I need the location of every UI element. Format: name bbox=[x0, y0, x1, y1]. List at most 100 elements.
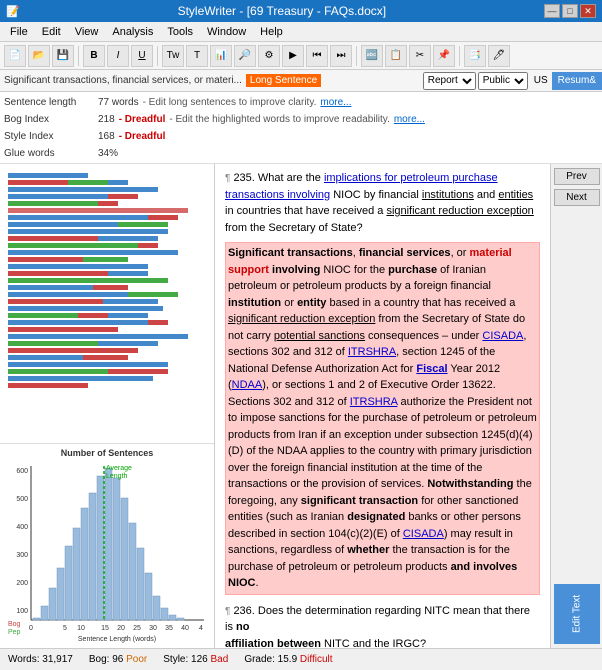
bog-dreadful: - Dreadful bbox=[119, 114, 166, 125]
sentence-length-value: 77 words bbox=[98, 97, 139, 108]
svg-text:Length: Length bbox=[106, 473, 128, 480]
svg-text:Average: Average bbox=[106, 465, 132, 472]
style-index-label: Style Index bbox=[4, 131, 94, 142]
menu-bar: File Edit View Analysis Tools Window Hel… bbox=[0, 22, 602, 42]
style-status: Bad bbox=[211, 654, 229, 665]
histogram-area: Number of Sentences 600 500 400 300 200 … bbox=[0, 443, 214, 648]
toolbar-btn-12[interactable]: 📋 bbox=[385, 45, 407, 67]
bog-index-row: Bog Index 218 - Dreadful - Edit the high… bbox=[4, 111, 598, 127]
new-button[interactable]: 📄 bbox=[4, 45, 26, 67]
side-nav: Prev Next Edit Text bbox=[550, 164, 602, 648]
toolbar-btn-6[interactable]: 🔎 bbox=[234, 45, 256, 67]
close-button[interactable]: ✕ bbox=[580, 4, 596, 18]
bog-index-label: Bog Index bbox=[4, 114, 94, 125]
info-rows-area: Sentence length 77 words - Edit long sen… bbox=[0, 92, 602, 164]
next-button[interactable]: Next bbox=[554, 189, 600, 206]
svg-text:40: 40 bbox=[181, 625, 189, 632]
svg-text:Pep: Pep bbox=[8, 629, 21, 636]
title-bar: 📝 StyleWriter - [69 Treasury - FAQs.docx… bbox=[0, 0, 602, 22]
svg-text:500: 500 bbox=[16, 496, 28, 503]
svg-text:400: 400 bbox=[16, 524, 28, 531]
style-dreadful: - Dreadful bbox=[119, 131, 166, 142]
toolbar-btn-10[interactable]: ⏭ bbox=[330, 45, 352, 67]
toolbar-btn-13[interactable]: ✂ bbox=[409, 45, 431, 67]
svg-text:300: 300 bbox=[16, 552, 28, 559]
sentence-length-more[interactable]: more... bbox=[320, 97, 351, 108]
style-index-row: Style Index 168 - Dreadful bbox=[4, 128, 598, 144]
svg-text:Bog: Bog bbox=[8, 621, 21, 628]
menu-analysis[interactable]: Analysis bbox=[106, 25, 159, 39]
sentence-status-area: Significant transactions, financial serv… bbox=[0, 70, 602, 92]
save-button[interactable]: 💾 bbox=[52, 45, 74, 67]
glue-words-label: Glue words bbox=[4, 148, 94, 159]
right-area: ¶ 235. What are the implications for pet… bbox=[215, 164, 602, 648]
svg-text:20: 20 bbox=[117, 625, 125, 632]
para-marker: ¶ bbox=[225, 173, 230, 184]
para-236-question: ¶ 236. Does the determination regarding … bbox=[225, 603, 540, 649]
para-235-question: ¶ 235. What are the implications for pet… bbox=[225, 170, 540, 236]
bog-index-desc: - Edit the highlighted words to improve … bbox=[169, 114, 389, 125]
bog-index-more[interactable]: more... bbox=[394, 114, 425, 125]
toolbar-btn-7[interactable]: ⚙ bbox=[258, 45, 280, 67]
menu-window[interactable]: Window bbox=[201, 25, 252, 39]
resume-button[interactable]: Resum& bbox=[552, 72, 602, 90]
words-count: Words: 31,917 bbox=[8, 654, 73, 665]
toolbar-btn-4[interactable]: T bbox=[186, 45, 208, 67]
window-title: StyleWriter - [69 Treasury - FAQs.docx] bbox=[20, 4, 544, 18]
svg-text:100: 100 bbox=[16, 608, 28, 615]
toolbar-btn-8[interactable]: ▶ bbox=[282, 45, 304, 67]
sentence-length-desc: - Edit long sentences to improve clarity… bbox=[143, 97, 317, 108]
toolbar-btn-3[interactable]: Tw bbox=[162, 45, 184, 67]
minimize-button[interactable]: — bbox=[544, 4, 560, 18]
bars-area bbox=[0, 164, 214, 443]
prev-button[interactable]: Prev bbox=[554, 168, 600, 185]
toolbar-btn-15[interactable]: 📑 bbox=[464, 45, 486, 67]
menu-help[interactable]: Help bbox=[254, 25, 289, 39]
document-panel[interactable]: ¶ 235. What are the implications for pet… bbox=[215, 164, 550, 648]
sentence-length-row: Sentence length 77 words - Edit long sen… bbox=[4, 94, 598, 110]
report-select[interactable]: Report bbox=[423, 72, 476, 90]
edit-text-button[interactable]: Edit Text bbox=[554, 584, 600, 644]
menu-edit[interactable]: Edit bbox=[36, 25, 67, 39]
maximize-button[interactable]: □ bbox=[562, 4, 578, 18]
svg-text:600: 600 bbox=[16, 468, 28, 475]
bog-status: Poor bbox=[126, 654, 147, 665]
style-score: Style: 126 Bad bbox=[163, 654, 228, 665]
para-235-text: 235. What are the implications for petro… bbox=[225, 172, 534, 234]
svg-text:5: 5 bbox=[63, 625, 67, 632]
italic-button[interactable]: I bbox=[107, 45, 129, 67]
glue-words-row: Glue words 34% bbox=[4, 145, 598, 161]
menu-view[interactable]: View bbox=[69, 25, 105, 39]
toolbar: 📄 📂 💾 B I U Tw T 📊 🔎 ⚙ ▶ ⏮ ⏭ 🔤 📋 ✂ 📌 📑 🖊 bbox=[0, 42, 602, 70]
bog-index-value: 218 bbox=[98, 114, 115, 125]
histogram-chart: 600 500 400 300 200 100 bbox=[4, 458, 211, 643]
toolbar-btn-16[interactable]: 🖊 bbox=[488, 45, 510, 67]
bold-button[interactable]: B bbox=[83, 45, 105, 67]
svg-text:Sentence Length (words): Sentence Length (words) bbox=[78, 636, 156, 643]
toolbar-btn-5[interactable]: 📊 bbox=[210, 45, 232, 67]
svg-text:15: 15 bbox=[101, 625, 109, 632]
main-area: Number of Sentences 600 500 400 300 200 … bbox=[0, 164, 602, 648]
svg-text:200: 200 bbox=[16, 580, 28, 587]
toolbar-separator-4 bbox=[459, 46, 460, 66]
menu-tools[interactable]: Tools bbox=[161, 25, 199, 39]
public-select[interactable]: Public bbox=[478, 72, 528, 90]
toolbar-separator-3 bbox=[356, 46, 357, 66]
toolbar-btn-9[interactable]: ⏮ bbox=[306, 45, 328, 67]
svg-text:4: 4 bbox=[199, 625, 203, 632]
para-235-answer: Significant transactions, financial serv… bbox=[225, 242, 540, 595]
sentence-text: Significant transactions, financial serv… bbox=[4, 75, 242, 86]
left-panel: Number of Sentences 600 500 400 300 200 … bbox=[0, 164, 215, 648]
svg-text:0: 0 bbox=[29, 625, 33, 632]
style-index-value: 168 bbox=[98, 131, 115, 142]
toolbar-btn-11[interactable]: 🔤 bbox=[361, 45, 383, 67]
bog-score: Bog: 96 Poor bbox=[89, 654, 147, 665]
grade-status: Difficult bbox=[300, 654, 333, 665]
open-button[interactable]: 📂 bbox=[28, 45, 50, 67]
glue-words-value: 34% bbox=[98, 148, 118, 159]
toolbar-btn-14[interactable]: 📌 bbox=[433, 45, 455, 67]
menu-file[interactable]: File bbox=[4, 25, 34, 39]
sentence-length-label: Sentence length bbox=[4, 97, 94, 108]
underline-button[interactable]: U bbox=[131, 45, 153, 67]
svg-text:35: 35 bbox=[165, 625, 173, 632]
